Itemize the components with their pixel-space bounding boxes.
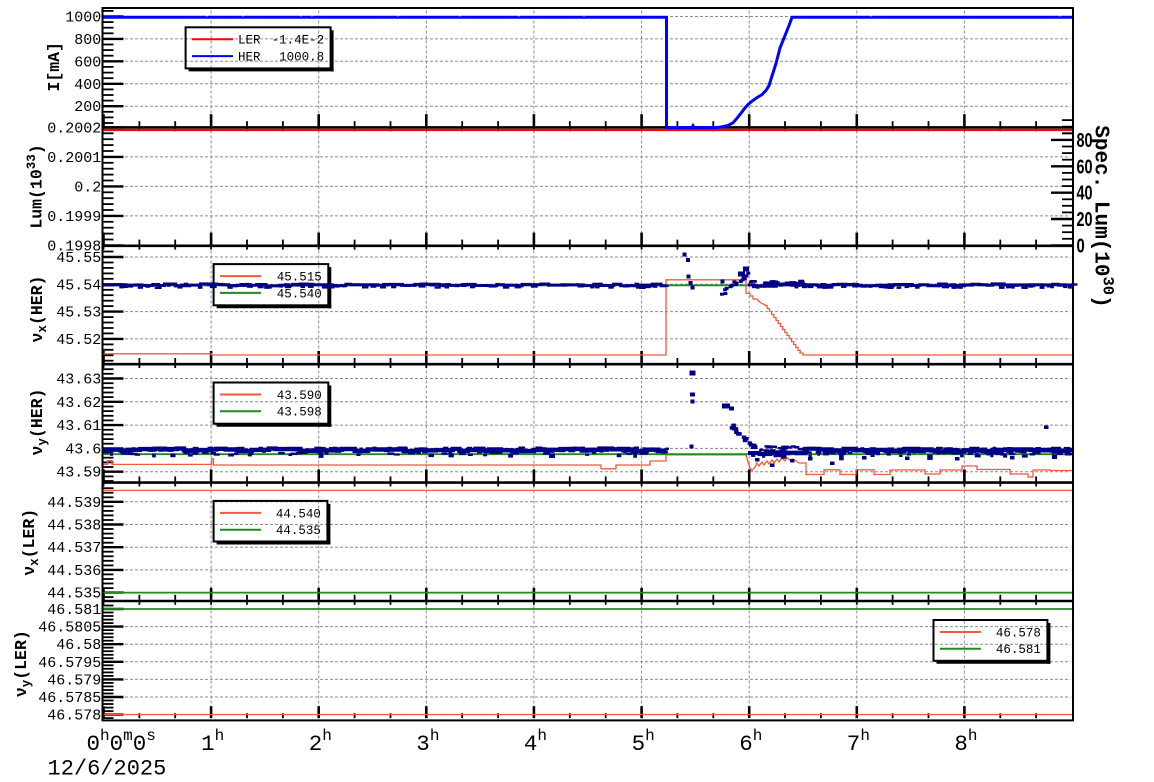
svg-text:46.581: 46.581 xyxy=(47,602,101,619)
svg-text:46.578: 46.578 xyxy=(996,626,1041,640)
svg-text:0h0m0s: 0h0m0s xyxy=(87,727,156,757)
svg-text:44.537: 44.537 xyxy=(47,540,101,557)
svg-text:1000: 1000 xyxy=(65,10,101,27)
svg-text:44.539: 44.539 xyxy=(47,495,101,512)
svg-text:46.5805: 46.5805 xyxy=(38,620,101,637)
svg-text:45.515: 45.515 xyxy=(277,271,322,285)
svg-text:45.540: 45.540 xyxy=(277,287,322,301)
svg-text:43.61: 43.61 xyxy=(56,418,101,435)
svg-text:46.5795: 46.5795 xyxy=(38,655,101,672)
svg-text:0: 0 xyxy=(1077,235,1085,257)
svg-text:1000.8: 1000.8 xyxy=(279,51,324,65)
svg-text:46.5785: 46.5785 xyxy=(38,690,101,707)
svg-text:43.590: 43.590 xyxy=(277,389,322,403)
svg-text:45.52: 45.52 xyxy=(56,332,101,349)
svg-text:400: 400 xyxy=(74,77,101,94)
svg-text:44.538: 44.538 xyxy=(47,518,101,535)
svg-text:43.59: 43.59 xyxy=(56,465,101,482)
svg-text:43.63: 43.63 xyxy=(56,372,101,389)
svg-text:-1.4E-2: -1.4E-2 xyxy=(272,34,325,48)
svg-text:45.54: 45.54 xyxy=(56,277,101,294)
svg-text:43.6: 43.6 xyxy=(65,441,101,458)
svg-text:44.540: 44.540 xyxy=(276,507,321,521)
svg-text:0.2: 0.2 xyxy=(74,179,101,196)
svg-text:46.581: 46.581 xyxy=(996,643,1041,657)
svg-text:I[mA]: I[mA] xyxy=(45,42,64,92)
svg-text:46.579: 46.579 xyxy=(47,672,101,689)
svg-text:LER: LER xyxy=(238,34,261,48)
svg-text:43.598: 43.598 xyxy=(277,406,322,420)
svg-text:46.58: 46.58 xyxy=(56,637,101,654)
svg-text:0.2002: 0.2002 xyxy=(47,120,101,137)
svg-text:12/6/2025: 12/6/2025 xyxy=(48,757,167,782)
svg-text:44.535: 44.535 xyxy=(47,586,101,603)
svg-text:44.535: 44.535 xyxy=(276,524,321,538)
svg-text:600: 600 xyxy=(74,54,101,71)
svg-text:44.536: 44.536 xyxy=(47,563,101,580)
svg-text:45.55: 45.55 xyxy=(56,250,101,267)
svg-text:800: 800 xyxy=(74,32,101,49)
svg-text:0.1999: 0.1999 xyxy=(47,209,101,226)
svg-text:200: 200 xyxy=(74,99,101,116)
svg-text:0.2001: 0.2001 xyxy=(47,150,101,167)
svg-text:46.578: 46.578 xyxy=(47,708,101,725)
svg-text:43.62: 43.62 xyxy=(56,395,101,412)
svg-text:45.53: 45.53 xyxy=(56,305,101,322)
svg-text:HER: HER xyxy=(238,51,261,65)
